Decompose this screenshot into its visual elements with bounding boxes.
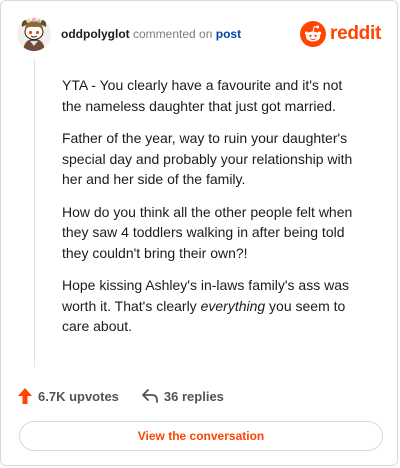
thread-line [34,59,35,367]
reply-count: 36 replies [163,388,224,404]
comment-paragraph: Father of the year, way to ruin your dau… [62,130,353,187]
post-link[interactable]: post [216,27,241,41]
comment-emphasis: everything [200,297,266,314]
reply-arrow-icon [142,389,158,403]
reddit-logo[interactable]: reddit [300,21,381,47]
username-link[interactable]: oddpolyglot [61,27,130,41]
comment-meta: oddpolyglot commented on post [61,27,241,41]
comment-actions: 6.7K upvotes 36 replies [17,385,224,407]
reddit-snoo-icon [300,21,327,47]
upvote-count: 6.7K upvotes [38,388,119,404]
avatar[interactable] [17,17,51,51]
comment-paragraph: YTA - You clearly have a favourite and i… [62,77,343,114]
comment-paragraph: Hope kissing Ashley's in-laws family's a… [62,275,362,337]
upvote-arrow-icon [18,388,32,404]
comment-paragraph: How do you think all the other people fe… [62,203,353,261]
view-conversation-button[interactable]: View the conversation [19,421,383,451]
comment-embed-card: oddpolyglot commented on post reddit YTA… [0,0,398,466]
comment-body: YTA - You clearly have a favourite and i… [62,75,362,349]
upvote-button[interactable]: 6.7K upvotes [17,387,119,405]
snoo-avatar-icon [17,17,51,51]
comment-header: oddpolyglot commented on post reddit [17,17,381,51]
action-text: commented on [133,27,213,41]
replies-button[interactable]: 36 replies [141,388,224,404]
reddit-wordmark: reddit [330,23,381,44]
